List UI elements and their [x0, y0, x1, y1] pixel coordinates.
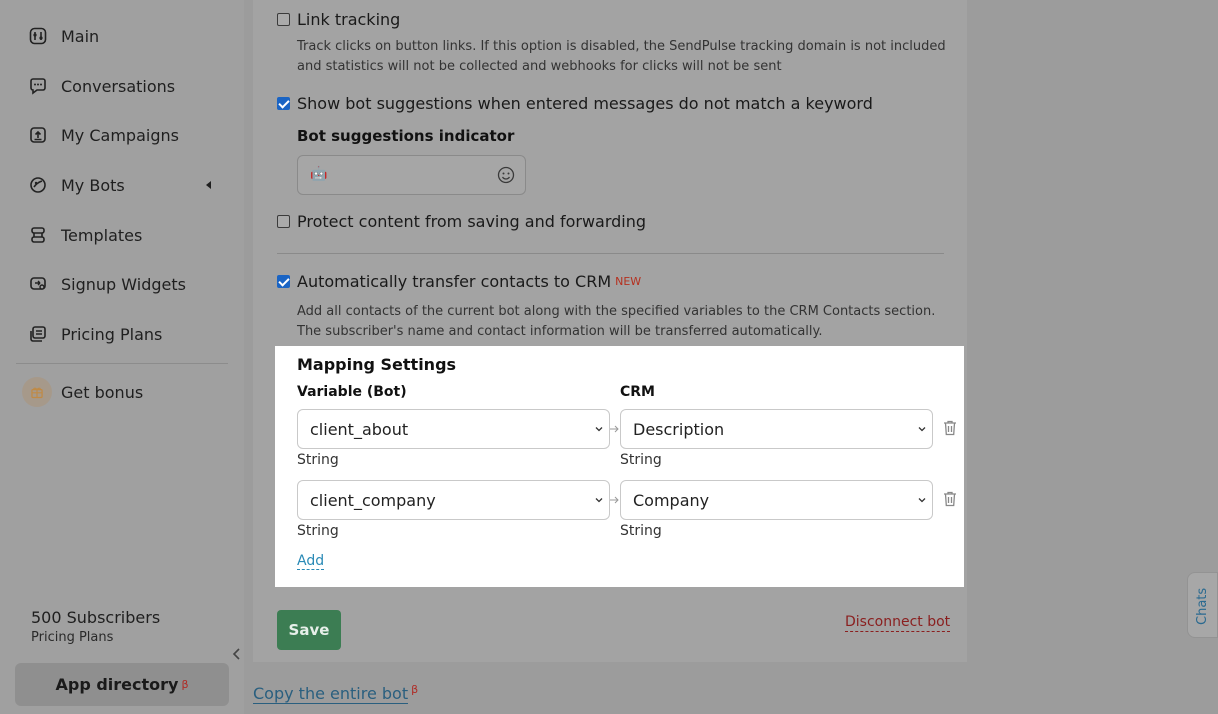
sidebar-item-conversations[interactable]: Conversations — [28, 74, 175, 98]
desc-line: and statistics will not be collected and… — [297, 59, 782, 74]
emoji-picker-icon[interactable] — [497, 166, 515, 184]
gift-icon — [22, 377, 52, 407]
chevron-down-icon — [595, 498, 603, 503]
crm-field-type: String — [620, 452, 662, 468]
bot-icon — [28, 175, 48, 195]
indicator-heading: Bot suggestions indicator — [297, 127, 515, 145]
robot-emoji-value: 🤖 — [310, 166, 328, 182]
copy-bot-link[interactable]: Copy the entire bot — [253, 684, 409, 705]
crm-field-type: String — [620, 523, 662, 539]
chats-tab[interactable]: Chats — [1187, 572, 1218, 638]
bot-variable-select[interactable]: client_company — [297, 480, 610, 520]
link-tracking-label: Link tracking — [297, 10, 401, 29]
new-badge: NEW — [615, 275, 642, 288]
desc-line: Add all contacts of the current bot alon… — [297, 304, 936, 319]
crm-transfer-description: Add all contacts of the current bot alon… — [297, 302, 957, 342]
sidebar-item-my-campaigns[interactable]: My Campaigns — [28, 123, 179, 147]
link-tracking-option[interactable]: Link tracking — [277, 10, 400, 29]
sidebar: Main Conversations My Campaigns My Bots … — [0, 0, 244, 714]
mapping-title: Mapping Settings — [297, 355, 457, 374]
arrow-right-icon — [610, 496, 619, 504]
bot-suggestions-label: Show bot suggestions when entered messag… — [297, 94, 873, 113]
chevron-down-icon — [918, 498, 926, 503]
sidebar-item-label: Main — [61, 26, 100, 46]
chevron-down-icon — [918, 427, 926, 432]
add-mapping-link[interactable]: Add — [297, 553, 325, 570]
beta-badge: β — [411, 683, 419, 696]
stack-icon — [28, 225, 48, 245]
sidebar-item-pricing-plans[interactable]: Pricing Plans — [28, 322, 162, 346]
chevron-down-icon — [595, 427, 603, 432]
arrow-right-icon — [610, 425, 619, 433]
indicator-input[interactable]: 🤖 — [297, 155, 526, 195]
sidebar-item-my-bots[interactable]: My Bots — [28, 173, 125, 197]
bot-variable-type: String — [297, 452, 339, 468]
sidebar-item-label: My Bots — [61, 175, 125, 195]
crm-transfer-option[interactable]: Automatically transfer contacts to CRM N… — [277, 272, 641, 291]
bot-suggestions-option[interactable]: Show bot suggestions when entered messag… — [277, 94, 873, 113]
pricing-icon — [28, 324, 48, 344]
trash-icon[interactable] — [942, 490, 958, 508]
desc-line: The subscriber's name and contact inform… — [297, 324, 823, 339]
chevron-left-icon[interactable] — [206, 181, 211, 189]
disconnect-bot-link[interactable]: Disconnect bot — [845, 614, 951, 632]
widget-icon — [28, 274, 48, 294]
save-button[interactable]: Save — [277, 610, 341, 650]
sidebar-item-label: My Campaigns — [61, 125, 179, 145]
protect-content-option[interactable]: Protect content from saving and forwardi… — [277, 212, 646, 231]
subscribers-count: 500 Subscribers — [31, 608, 161, 627]
collapse-sidebar-icon[interactable] — [231, 647, 243, 661]
sidebar-item-label: Signup Widgets — [61, 274, 186, 294]
sidebar-item-label: Templates — [61, 225, 143, 245]
subscribers-plan-link[interactable]: Pricing Plans — [31, 630, 113, 645]
sidebar-item-signup-widgets[interactable]: Signup Widgets — [28, 272, 186, 296]
chats-tab-label: Chats — [1195, 587, 1210, 625]
link-tracking-description: Track clicks on button links. If this op… — [297, 37, 957, 77]
select-value: client_company — [310, 490, 436, 510]
bot-variable-type: String — [297, 523, 339, 539]
sidebar-item-label: Get bonus — [61, 382, 144, 402]
select-value: client_about — [310, 419, 409, 439]
sidebar-item-get-bonus[interactable]: Get bonus — [22, 377, 144, 407]
mapping-settings-card: Mapping Settings Variable (Bot) CRM clie… — [275, 346, 964, 587]
select-value: Company — [633, 490, 710, 510]
app-directory-label: App directory — [55, 675, 179, 694]
dashboard-icon — [28, 26, 48, 46]
app-directory-button[interactable]: App directory β — [15, 663, 229, 706]
crm-field-select[interactable]: Company — [620, 480, 933, 520]
protect-content-checkbox[interactable] — [277, 215, 290, 228]
campaign-upload-icon — [28, 125, 48, 145]
copy-bot-link-wrap[interactable]: Copy the entire bot β — [253, 683, 419, 705]
beta-badge: β — [181, 678, 189, 691]
crm-transfer-checkbox[interactable] — [277, 275, 290, 288]
protect-content-label: Protect content from saving and forwardi… — [297, 212, 647, 231]
sidebar-divider — [16, 363, 228, 364]
select-value: Description — [633, 419, 725, 439]
link-tracking-checkbox[interactable] — [277, 13, 290, 26]
desc-line: Track clicks on button links. If this op… — [297, 39, 946, 54]
sidebar-item-main[interactable]: Main — [28, 24, 99, 48]
section-divider — [277, 253, 944, 254]
sidebar-item-label: Conversations — [61, 76, 176, 96]
bot-variable-column-label: Variable (Bot) — [297, 384, 407, 400]
chat-bubble-icon — [28, 76, 48, 96]
crm-transfer-label: Automatically transfer contacts to CRM — [297, 272, 612, 291]
crm-field-select[interactable]: Description — [620, 409, 933, 449]
sidebar-item-label: Pricing Plans — [61, 324, 163, 344]
bot-suggestions-checkbox[interactable] — [277, 97, 290, 110]
crm-column-label: CRM — [620, 384, 655, 400]
sidebar-item-templates[interactable]: Templates — [28, 223, 142, 247]
bot-variable-select[interactable]: client_about — [297, 409, 610, 449]
trash-icon[interactable] — [942, 419, 958, 437]
